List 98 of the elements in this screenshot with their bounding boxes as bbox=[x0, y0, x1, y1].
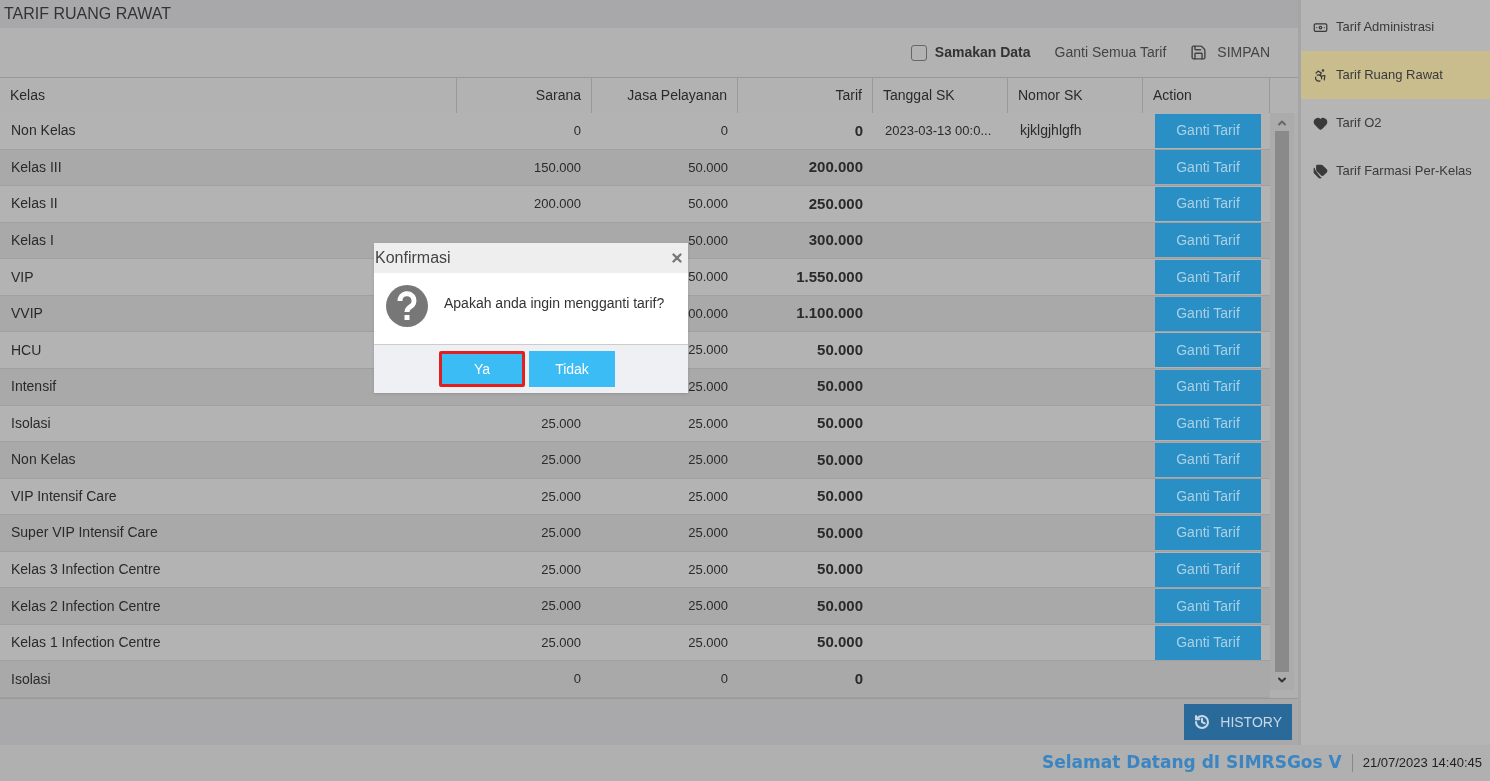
table-cell: HCU bbox=[11, 341, 42, 358]
change-tariff-button[interactable]: Ganti Tarif bbox=[1155, 150, 1261, 185]
table-cell: VVIP bbox=[11, 305, 43, 322]
question-icon bbox=[386, 285, 428, 327]
page-title: TARIF RUANG RAWAT bbox=[4, 4, 172, 24]
table-cell: 50.000 bbox=[688, 269, 728, 285]
table-cell: 50.000 bbox=[817, 596, 863, 614]
change-tariff-button[interactable]: Ganti Tarif bbox=[1155, 369, 1261, 404]
dialog-button[interactable]: Ya bbox=[439, 351, 525, 387]
table-cell: Non Kelas bbox=[11, 451, 76, 468]
table-cell: Non Kelas bbox=[11, 122, 76, 139]
table-cell: 250.000 bbox=[808, 194, 863, 212]
change-all-tariffs-button[interactable]: Ganti Semua Tarif bbox=[1054, 42, 1167, 63]
sidebar-item[interactable]: Tarif Farmasi Per-Kelas bbox=[1301, 147, 1490, 195]
change-tariff-button[interactable]: Ganti Tarif bbox=[1155, 589, 1261, 624]
table-cell: 50.000 bbox=[688, 232, 728, 248]
table-cell: 25.000 bbox=[688, 378, 728, 394]
table-cell: 0 bbox=[720, 671, 728, 687]
change-tariff-button[interactable]: Ganti Tarif bbox=[1155, 260, 1261, 295]
table-cell: Kelas III bbox=[11, 158, 62, 175]
table-cell: 25.000 bbox=[688, 598, 728, 614]
datetime: 21/07/2023 14:40:45 bbox=[1362, 754, 1482, 773]
change-tariff-button[interactable]: Ganti Tarif bbox=[1155, 186, 1261, 221]
table-cell: 25.000 bbox=[688, 415, 728, 431]
table-cell: 00.000 bbox=[688, 305, 728, 321]
table-cell: Kelas 3 Infection Centre bbox=[11, 561, 161, 578]
scrollbar-thumb[interactable] bbox=[1275, 131, 1289, 672]
table-cell: 25.000 bbox=[541, 561, 581, 577]
table-cell: 25.000 bbox=[541, 452, 581, 468]
table-cell: 0 bbox=[854, 669, 863, 687]
table-cell: Super VIP Intensif Care bbox=[11, 524, 158, 541]
table-cell: Kelas 1 Infection Centre bbox=[11, 634, 161, 651]
table-cell: VIP Intensif Care bbox=[11, 487, 117, 504]
change-tariff-button[interactable]: Ganti Tarif bbox=[1155, 223, 1261, 258]
table-cell: 50.000 bbox=[817, 487, 863, 505]
table-cell: 25.000 bbox=[541, 525, 581, 541]
dialog-button[interactable]: Tidak bbox=[529, 351, 615, 387]
dialog-title: Konfirmasi bbox=[375, 248, 451, 268]
table-cell: 200.000 bbox=[534, 196, 581, 212]
history-button[interactable]: HISTORY bbox=[1184, 704, 1292, 740]
change-tariff-button[interactable]: Ganti Tarif bbox=[1155, 442, 1261, 477]
table-cell: 25.000 bbox=[688, 452, 728, 468]
table-cell: Kelas II bbox=[11, 195, 58, 212]
table-cell: 2023-03-13 00:0... bbox=[885, 123, 992, 139]
table-cell: 50.000 bbox=[817, 633, 863, 651]
change-tariff-button[interactable]: Ganti Tarif bbox=[1155, 552, 1261, 587]
table-cell: 50.000 bbox=[688, 159, 728, 175]
change-tariff-button[interactable]: Ganti Tarif bbox=[1155, 333, 1261, 368]
save-button[interactable]: SIMPAN bbox=[1190, 42, 1270, 63]
table-cell: 0 bbox=[573, 671, 581, 687]
table-cell: Isolasi bbox=[11, 414, 51, 431]
table-cell: 50.000 bbox=[817, 560, 863, 578]
table-cell: 150.000 bbox=[534, 159, 581, 175]
table-cell: Kelas 2 Infection Centre bbox=[11, 597, 161, 614]
change-tariff-button[interactable]: Ganti Tarif bbox=[1155, 625, 1261, 660]
checkbox-label: Samakan Data bbox=[934, 43, 1031, 62]
table-cell: kjklgjhlgfh bbox=[1020, 122, 1082, 139]
table-cell: 0 bbox=[854, 121, 863, 139]
table-cell: Intensif bbox=[11, 378, 57, 395]
change-tariff-button[interactable]: Ganti Tarif bbox=[1155, 406, 1261, 441]
sidebar-item[interactable]: Tarif Administrasi bbox=[1301, 3, 1490, 51]
table-cell: 50.000 bbox=[817, 523, 863, 541]
tags-icon bbox=[1313, 163, 1328, 179]
change-tariff-button[interactable]: Ganti Tarif bbox=[1155, 296, 1261, 331]
history-icon bbox=[1194, 714, 1211, 730]
table-cell: 25.000 bbox=[541, 598, 581, 614]
table-cell: 50.000 bbox=[817, 450, 863, 468]
table-cell: 25.000 bbox=[688, 634, 728, 650]
table-cell: 1.100.000 bbox=[796, 304, 863, 322]
table-cell: VIP bbox=[11, 268, 34, 285]
table-cell: 0 bbox=[573, 123, 581, 139]
table-cell: 50.000 bbox=[688, 196, 728, 212]
sidebar-item[interactable]: Tarif O2 bbox=[1301, 99, 1490, 147]
checkbox[interactable] bbox=[910, 44, 927, 61]
table-cell: 50.000 bbox=[817, 340, 863, 358]
table-cell: 300.000 bbox=[808, 231, 863, 249]
table-cell: 50.000 bbox=[817, 377, 863, 395]
table-cell: 25.000 bbox=[541, 415, 581, 431]
table-cell: Kelas I bbox=[11, 231, 54, 248]
heart-icon bbox=[1313, 115, 1328, 131]
welcome-marquee: Selamat Datang dI SIMRSGos V bbox=[1042, 751, 1342, 775]
sidebar-item[interactable]: Tarif Ruang Rawat bbox=[1301, 51, 1490, 99]
close-icon[interactable] bbox=[670, 251, 684, 265]
change-tariff-button[interactable]: Ganti Tarif bbox=[1155, 515, 1261, 550]
table-cell: 50.000 bbox=[817, 414, 863, 432]
table-cell: 0 bbox=[720, 123, 728, 139]
table-cell: 25.000 bbox=[688, 488, 728, 504]
dialog-message: Apakah anda ingin mengganti tarif? bbox=[444, 294, 665, 313]
table-cell: 25.000 bbox=[688, 342, 728, 358]
table-cell: 25.000 bbox=[688, 525, 728, 541]
table-cell: 200.000 bbox=[808, 158, 863, 176]
table-cell: 25.000 bbox=[688, 561, 728, 577]
table-cell: 25.000 bbox=[541, 634, 581, 650]
change-tariff-button[interactable]: Ganti Tarif bbox=[1155, 479, 1261, 514]
change-tariff-button[interactable]: Ganti Tarif bbox=[1155, 113, 1261, 148]
table-cell: 25.000 bbox=[541, 488, 581, 504]
table-cell: 1.550.000 bbox=[796, 267, 863, 285]
table-cell: Isolasi bbox=[11, 670, 51, 687]
